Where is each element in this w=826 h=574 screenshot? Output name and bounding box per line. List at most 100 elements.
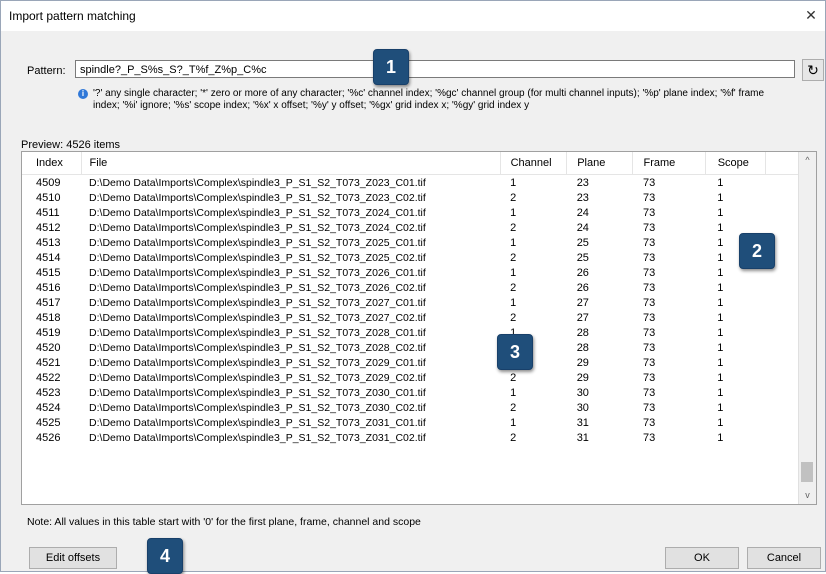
cell-file: D:\Demo Data\Imports\Complex\spindle3_P_…: [89, 431, 426, 444]
cell-file: D:\Demo Data\Imports\Complex\spindle3_P_…: [89, 341, 426, 354]
cell-frame: 73: [642, 416, 656, 429]
import-pattern-dialog: Import pattern matching ✕ Pattern: spind…: [0, 0, 826, 574]
close-icon[interactable]: ✕: [801, 5, 821, 25]
ok-button[interactable]: OK: [665, 547, 739, 569]
table-row[interactable]: 4518 D:\Demo Data\Imports\Complex\spindle…: [22, 310, 816, 325]
cell-scope: 1: [717, 281, 724, 294]
callout-badge-2: 2: [739, 233, 775, 269]
vertical-scrollbar[interactable]: ^ v: [798, 152, 816, 504]
scroll-down-icon[interactable]: v: [799, 487, 816, 504]
column-header-scope[interactable]: Scope: [705, 152, 767, 175]
title-bar: Import pattern matching ✕: [1, 1, 825, 31]
preview-count: Preview: 4526 items: [21, 139, 121, 151]
cell-channel: 2: [510, 311, 517, 324]
table-row[interactable]: 4514 D:\Demo Data\Imports\Complex\spindle…: [22, 250, 816, 265]
edit-offsets-button[interactable]: Edit offsets: [29, 547, 117, 569]
table-row[interactable]: 4526 D:\Demo Data\Imports\Complex\spindle…: [22, 430, 816, 445]
cell-channel: 2: [510, 431, 517, 444]
pattern-hint: '?' any single character; '*' zero or mo…: [93, 88, 765, 111]
cell-index: 4517: [36, 296, 61, 309]
cell-channel: 1: [510, 206, 517, 219]
cell-frame: 73: [642, 371, 656, 384]
cell-frame: 73: [642, 341, 656, 354]
table-row[interactable]: 4520 D:\Demo Data\Imports\Complex\spindle…: [22, 340, 816, 355]
column-header-frame[interactable]: Frame: [632, 152, 706, 175]
cell-index: 4519: [36, 326, 61, 339]
table-row[interactable]: 4510 D:\Demo Data\Imports\Complex\spindle…: [22, 190, 816, 205]
cell-scope: 1: [717, 416, 724, 429]
cell-frame: 73: [642, 386, 656, 399]
cell-index: 4512: [36, 221, 61, 234]
cell-plane: 24: [576, 206, 589, 219]
scroll-thumb[interactable]: [801, 462, 813, 482]
cell-file: D:\Demo Data\Imports\Complex\spindle3_P_…: [89, 206, 426, 219]
cell-file: D:\Demo Data\Imports\Complex\spindle3_P_…: [89, 356, 426, 369]
cell-file: D:\Demo Data\Imports\Complex\spindle3_P_…: [89, 386, 426, 399]
column-header-plane[interactable]: Plane: [566, 152, 634, 175]
preview-table[interactable]: Index File Channel Plane Frame Scope 450…: [21, 151, 817, 505]
cell-file: D:\Demo Data\Imports\Complex\spindle3_P_…: [89, 311, 426, 324]
cell-scope: 1: [717, 191, 724, 204]
cell-scope: 1: [717, 341, 724, 354]
cell-index: 4510: [36, 191, 61, 204]
table-row[interactable]: 4512 D:\Demo Data\Imports\Complex\spindle…: [22, 220, 816, 235]
table-row[interactable]: 4521 D:\Demo Data\Imports\Complex\spindle…: [22, 355, 816, 370]
table-row[interactable]: 4509 D:\Demo Data\Imports\Complex\spindle…: [22, 175, 816, 191]
cell-index: 4514: [36, 251, 61, 264]
cell-file: D:\Demo Data\Imports\Complex\spindle3_P_…: [89, 371, 426, 384]
cell-file: D:\Demo Data\Imports\Complex\spindle3_P_…: [89, 281, 426, 294]
callout-badge-3: 3: [497, 334, 533, 370]
cell-plane: 24: [576, 221, 589, 234]
table-row[interactable]: 4515 D:\Demo Data\Imports\Complex\spindle…: [22, 265, 816, 280]
cell-index: 4515: [36, 266, 61, 279]
cell-frame: 73: [642, 281, 656, 294]
cancel-button[interactable]: Cancel: [747, 547, 821, 569]
cell-plane: 26: [576, 281, 589, 294]
cell-plane: 25: [576, 251, 589, 264]
cell-scope: 1: [717, 176, 724, 189]
cell-scope: 1: [717, 326, 724, 339]
cell-scope: 1: [717, 401, 724, 414]
cell-index: 4518: [36, 311, 61, 324]
table-row[interactable]: 4524 D:\Demo Data\Imports\Complex\spindle…: [22, 400, 816, 415]
table-row[interactable]: 4511 D:\Demo Data\Imports\Complex\spindle…: [22, 205, 816, 220]
cell-plane: 30: [576, 401, 589, 414]
cell-index: 4521: [36, 356, 61, 369]
dialog-title: Import pattern matching: [9, 9, 136, 23]
table-row[interactable]: 4525 D:\Demo Data\Imports\Complex\spindle…: [22, 415, 816, 430]
cell-channel: 2: [510, 281, 517, 294]
cell-plane: 27: [576, 311, 589, 324]
cell-scope: 1: [717, 206, 724, 219]
cell-plane: 23: [576, 176, 589, 189]
table-row[interactable]: 4523 D:\Demo Data\Imports\Complex\spindle…: [22, 385, 816, 400]
cell-channel: 2: [510, 251, 517, 264]
refresh-button[interactable]: ↻: [802, 59, 824, 81]
cell-frame: 73: [642, 296, 656, 309]
column-header-index[interactable]: Index: [22, 152, 82, 175]
cell-channel: 1: [510, 266, 517, 279]
pattern-input[interactable]: spindle?_P_S%s_S?_T%f_Z%p_C%c: [75, 60, 795, 78]
info-icon: i: [78, 89, 88, 99]
table-row[interactable]: 4516 D:\Demo Data\Imports\Complex\spindle…: [22, 280, 816, 295]
cell-file: D:\Demo Data\Imports\Complex\spindle3_P_…: [89, 416, 426, 429]
scroll-up-icon[interactable]: ^: [799, 152, 816, 169]
cell-file: D:\Demo Data\Imports\Complex\spindle3_P_…: [89, 266, 426, 279]
column-header-channel[interactable]: Channel: [500, 152, 568, 175]
cell-plane: 31: [576, 431, 589, 444]
cell-index: 4509: [36, 176, 61, 189]
cell-frame: 73: [642, 221, 656, 234]
callout-badge-1: 1: [373, 49, 409, 85]
cell-plane: 31: [576, 416, 589, 429]
cell-frame: 73: [642, 326, 656, 339]
cell-frame: 73: [642, 176, 656, 189]
table-row[interactable]: 4522 D:\Demo Data\Imports\Complex\spindle…: [22, 370, 816, 385]
column-header-file[interactable]: File: [81, 152, 501, 175]
table-row[interactable]: 4513 D:\Demo Data\Imports\Complex\spindle…: [22, 235, 816, 250]
table-row[interactable]: 4519 D:\Demo Data\Imports\Complex\spindle…: [22, 325, 816, 340]
cell-channel: 2: [510, 221, 517, 234]
cell-index: 4516: [36, 281, 61, 294]
cell-index: 4526: [36, 431, 61, 444]
table-row[interactable]: 4517 D:\Demo Data\Imports\Complex\spindle…: [22, 295, 816, 310]
table-body: 4509 D:\Demo Data\Imports\Complex\spindle…: [22, 175, 816, 446]
cell-frame: 73: [642, 191, 656, 204]
